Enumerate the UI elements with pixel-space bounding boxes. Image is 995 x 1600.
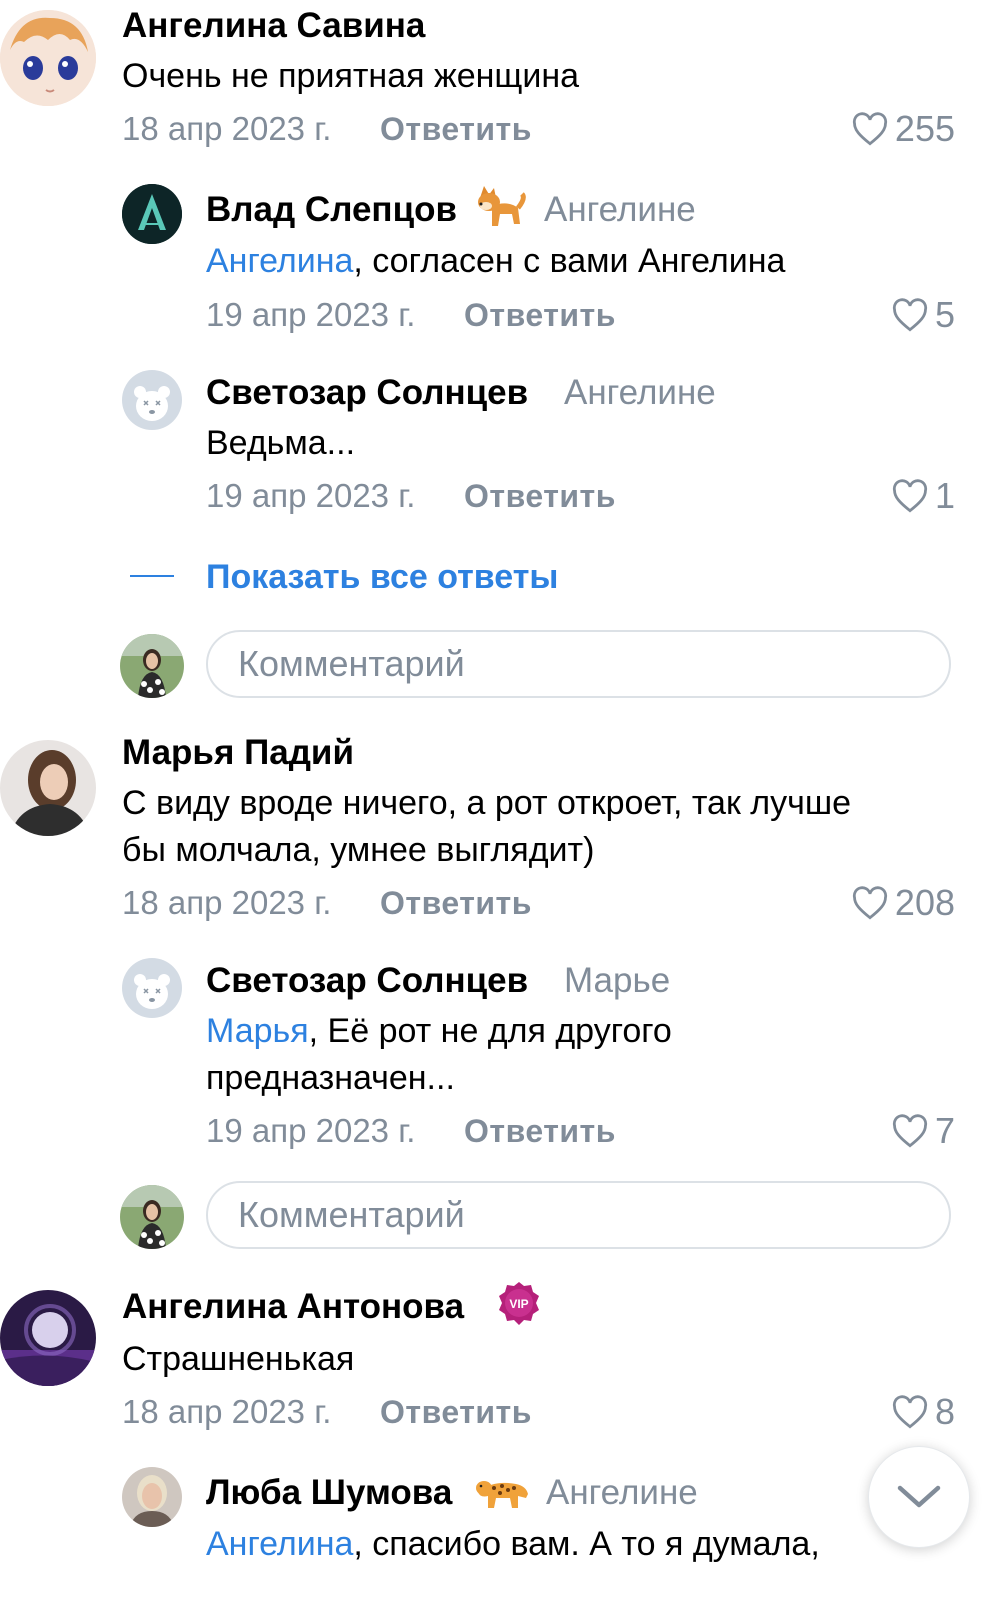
like-count: 1 [934,475,955,516]
heart-outline-icon [892,298,928,332]
comment-text: Очень не приятная женщина [122,57,580,95]
reply-author[interactable]: Влад Слепцов [206,190,457,230]
like-count: 8 [934,1391,955,1432]
avatar[interactable] [122,370,182,430]
comment-author[interactable]: Марья Падий [122,733,354,773]
reply-date: 19 апр 2023 г. [206,1112,416,1149]
heart-outline-icon [852,886,887,920]
reply-button[interactable]: Ответить [464,478,616,515]
mention-link[interactable]: Ангелина [206,1525,353,1563]
reply-to: Марье [564,961,671,1000]
reply-author[interactable]: Светозар Солнцев [206,961,528,1001]
reply-text-line1: Марья, Её рот не для другого [206,1007,672,1055]
current-user-avatar [120,1185,184,1249]
shiba-dog-emoji [474,184,526,232]
reply-button[interactable]: Ответить [380,1394,532,1431]
reply-date: 19 апр 2023 г. [206,296,416,333]
current-user-avatar [120,634,184,698]
avatar[interactable] [0,1290,96,1386]
comment-input[interactable]: Комментарий [206,1181,951,1249]
like-button[interactable]: 1 [891,475,955,517]
avatar[interactable] [122,1467,182,1527]
mention-link[interactable]: Марья [206,1012,309,1050]
scroll-down-button[interactable] [868,1446,970,1548]
like-button[interactable]: 208 [851,882,955,924]
comment-text-line2: бы молчала, умнее выглядит) [122,831,595,869]
reply-text-body: , согласен с вами Ангелина [353,242,786,280]
chevron-down-icon [897,1485,941,1508]
reply-button[interactable]: Ответить [464,297,616,334]
comment-author[interactable]: Ангелина Антонова [122,1287,464,1327]
like-button[interactable]: 7 [891,1110,955,1152]
like-count: 255 [894,108,955,149]
reply-date: 19 апр 2023 г. [206,477,416,514]
heart-outline-icon [852,112,887,146]
heart-outline-icon [892,1395,928,1429]
reply-button[interactable]: Ответить [380,111,532,148]
like-button[interactable]: 8 [891,1391,955,1433]
avatar[interactable] [122,958,182,1018]
mention-link[interactable]: Ангелина [206,242,353,280]
comment-date: 18 апр 2023 г. [122,1393,332,1430]
avatar[interactable] [0,10,96,106]
avatar[interactable] [0,740,96,836]
reply-text-line2: предназначен... [206,1059,455,1097]
show-all-replies-link[interactable]: Показать все ответы [206,558,558,597]
avatar[interactable] [122,184,182,244]
reply-text-body: , спасибо вам. А то я думала, [353,1525,820,1563]
comment-author[interactable]: Ангелина Савина [122,6,425,46]
vip-badge-icon: VIP [496,1280,542,1330]
reply-text: Ангелина, спасибо вам. А то я думала, [206,1520,820,1568]
comment-text: Страшненькая [122,1340,355,1378]
reply-author[interactable]: Люба Шумова [206,1473,452,1513]
like-count: 7 [934,1110,955,1151]
comment-input[interactable]: Комментарий [206,630,951,698]
vip-badge-text: VIP [509,1297,528,1311]
heart-outline-icon [892,1114,928,1148]
reply-button[interactable]: Ответить [464,1113,616,1150]
reply-text: Ангелина, согласен с вами Ангелина [206,237,785,285]
heart-outline-icon [892,479,928,513]
reply-button[interactable]: Ответить [380,885,532,922]
reply-to: Ангелине [544,190,696,229]
comment-text-line1: С виду вроде ничего, а рот откроет, так … [122,784,852,822]
like-count: 5 [934,294,955,335]
like-count: 208 [894,882,955,923]
reply-text: Ведьма... [206,424,356,462]
leopard-emoji [474,1468,530,1514]
reply-text-body: , Её рот не для другого [308,1012,672,1050]
show-all-divider [130,575,174,577]
comment-date: 18 апр 2023 г. [122,110,332,147]
reply-to: Ангелине [546,1473,698,1512]
reply-author[interactable]: Светозар Солнцев [206,373,528,413]
reply-to: Ангелине [564,373,716,412]
like-button[interactable]: 255 [851,108,955,150]
comment-date: 18 апр 2023 г. [122,884,332,921]
like-button[interactable]: 5 [891,294,955,336]
